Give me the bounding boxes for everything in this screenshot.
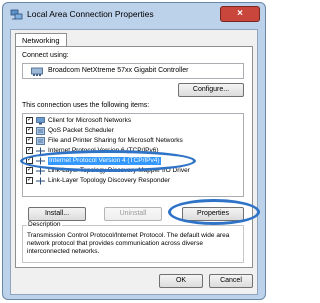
list-item[interactable]: ✓ Link-Layer Topology Discovery Responde… bbox=[23, 176, 243, 186]
tab-networking[interactable]: Networking bbox=[15, 33, 67, 47]
service-icon bbox=[36, 127, 45, 135]
description-label: Description bbox=[27, 221, 62, 228]
item-label: Internet Protocol Version 4 (TCP/IPv4) bbox=[48, 157, 161, 165]
protocol-icon bbox=[36, 147, 45, 155]
network-client-icon bbox=[36, 117, 45, 125]
description-group: Description Transmission Control Protoco… bbox=[22, 221, 244, 263]
item-label: Link-Layer Topology Discovery Mapper I/O… bbox=[48, 167, 190, 174]
uninstall-button[interactable]: Uninstall bbox=[104, 207, 162, 221]
item-checkbox[interactable]: ✓ bbox=[26, 167, 33, 174]
protocol-icon bbox=[36, 177, 45, 185]
item-checkbox[interactable]: ✓ bbox=[26, 177, 33, 184]
dialog-client-area: Networking Connect using: Broadcom NetXt… bbox=[10, 29, 258, 295]
item-checkbox[interactable]: ✓ bbox=[26, 117, 33, 124]
item-checkbox[interactable]: ✓ bbox=[26, 127, 33, 134]
item-checkbox[interactable]: ✓ bbox=[26, 147, 33, 154]
item-checkbox[interactable]: ✓ bbox=[26, 137, 33, 144]
items-list-label: This connection uses the following items… bbox=[22, 102, 150, 109]
connection-items-list[interactable]: ✓ Client for Microsoft Networks ✓ QoS Pa… bbox=[22, 113, 244, 197]
install-button[interactable]: Install... bbox=[28, 207, 86, 221]
list-item[interactable]: ✓ File and Printer Sharing for Microsoft… bbox=[23, 136, 243, 146]
networking-tab-panel: Connect using: Broadcom NetXtreme 57xx G… bbox=[15, 46, 253, 268]
adapter-field: Broadcom NetXtreme 57xx Gigabit Controll… bbox=[22, 63, 244, 79]
item-label: File and Printer Sharing for Microsoft N… bbox=[48, 137, 183, 144]
item-label: QoS Packet Scheduler bbox=[48, 127, 114, 134]
protocol-icon bbox=[36, 167, 45, 175]
item-checkbox[interactable]: ✓ bbox=[26, 157, 33, 164]
connect-using-label: Connect using: bbox=[22, 52, 69, 59]
list-item-selected[interactable]: ✓ Internet Protocol Version 4 (TCP/IPv4) bbox=[23, 156, 243, 166]
close-button[interactable]: × bbox=[220, 6, 260, 22]
list-item[interactable]: ✓ Internet Protocol Version 6 (TCP/IPv6) bbox=[23, 146, 243, 156]
ok-button[interactable]: OK bbox=[159, 274, 203, 288]
item-label: Link-Layer Topology Discovery Responder bbox=[48, 177, 170, 184]
title-bar[interactable]: Local Area Connection Properties × bbox=[3, 3, 265, 27]
service-icon bbox=[36, 137, 45, 145]
description-text: Transmission Control Protocol/Internet P… bbox=[27, 232, 230, 255]
protocol-icon bbox=[36, 157, 45, 165]
window-title: Local Area Connection Properties bbox=[27, 9, 154, 19]
item-label: Internet Protocol Version 6 (TCP/IPv6) bbox=[48, 147, 159, 154]
adapter-name: Broadcom NetXtreme 57xx Gigabit Controll… bbox=[48, 67, 189, 74]
network-adapter-icon bbox=[31, 67, 43, 76]
properties-dialog: Local Area Connection Properties × Netwo… bbox=[2, 2, 266, 300]
configure-button[interactable]: Configure... bbox=[178, 83, 244, 97]
item-label: Client for Microsoft Networks bbox=[48, 117, 132, 124]
list-item[interactable]: ✓ Link-Layer Topology Discovery Mapper I… bbox=[23, 166, 243, 176]
list-item[interactable]: ✓ QoS Packet Scheduler bbox=[23, 126, 243, 136]
properties-button[interactable]: Properties bbox=[182, 207, 244, 221]
network-connection-icon bbox=[10, 9, 23, 20]
cancel-button[interactable]: Cancel bbox=[209, 274, 253, 288]
list-item[interactable]: ✓ Client for Microsoft Networks bbox=[23, 116, 243, 126]
